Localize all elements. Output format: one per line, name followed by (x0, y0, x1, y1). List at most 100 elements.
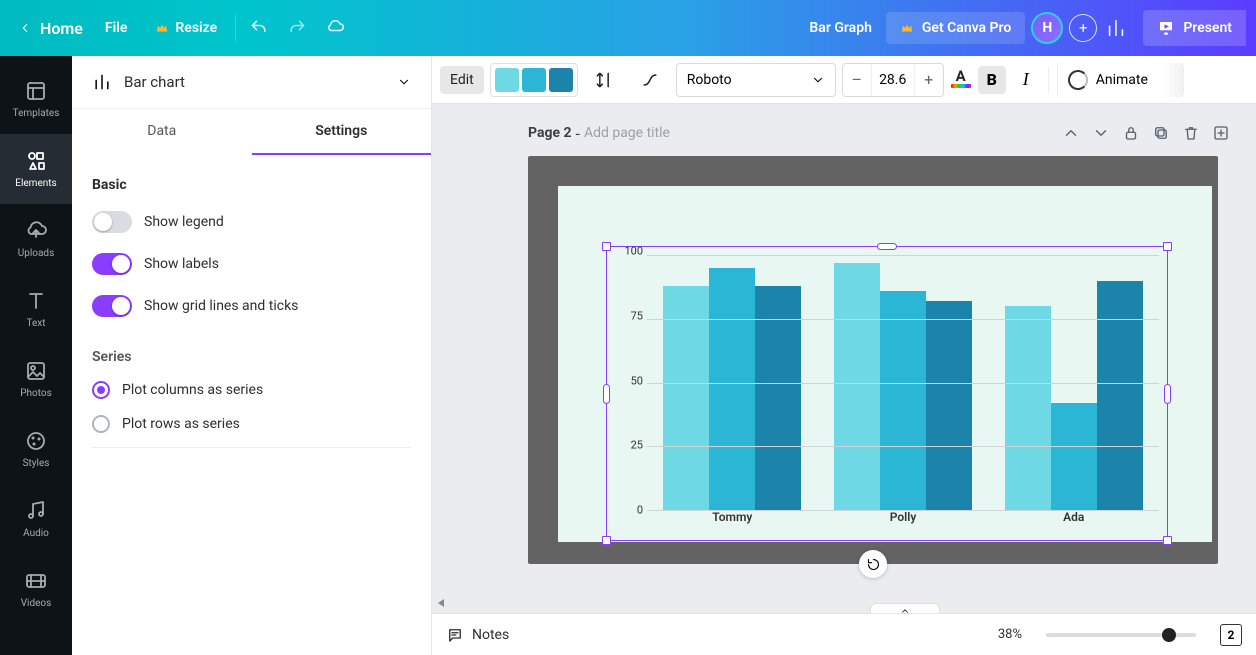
resize-handle-t[interactable] (877, 243, 897, 250)
spacing-button[interactable] (584, 64, 624, 96)
y-tick-label: 25 (631, 439, 643, 452)
rail-audio[interactable]: Audio (0, 484, 72, 554)
edit-button[interactable]: Edit (440, 66, 484, 94)
present-button[interactable]: Present (1143, 10, 1246, 46)
animate-button[interactable]: Animate (1057, 63, 1158, 97)
radio-plot-columns-label: Plot columns as series (122, 382, 263, 398)
font-size-input[interactable] (871, 64, 915, 96)
present-label: Present (1183, 20, 1232, 36)
swatch-series-2[interactable] (522, 68, 546, 92)
italic-button[interactable]: I (1012, 69, 1040, 90)
page-lock-button[interactable] (1116, 118, 1146, 148)
toggle-show-legend[interactable] (92, 211, 132, 233)
animate-label: Animate (1096, 72, 1148, 88)
rail-videos[interactable]: Videos (0, 554, 72, 624)
font-size-stepper: – + (842, 63, 944, 97)
x-axis: TommyPollyAda (647, 510, 1159, 532)
undo-button[interactable] (240, 9, 278, 47)
file-menu[interactable]: File (91, 12, 142, 44)
tab-settings[interactable]: Settings (252, 109, 432, 155)
bottom-bar: Notes 38% 2 (432, 613, 1256, 655)
radio-plot-columns[interactable]: Plot columns as series (72, 373, 431, 407)
slide-background[interactable]: 0255075100 TommyPollyAda (558, 186, 1212, 542)
insights-button[interactable] (1097, 9, 1135, 47)
toggle-show-labels-label: Show labels (144, 256, 219, 272)
page-count-badge[interactable]: 2 (1220, 624, 1242, 646)
tab-data[interactable]: Data (72, 109, 252, 155)
text-color-button[interactable]: A (950, 69, 972, 91)
radio-plot-columns-input[interactable] (92, 381, 110, 399)
page-delete-button[interactable] (1176, 118, 1206, 148)
page-number-label: Page 2 (528, 125, 572, 141)
page-title-input[interactable]: Add page title (584, 125, 670, 141)
chart-settings-panel: Bar chart Data Settings Basic Show legen… (72, 56, 432, 655)
horizontal-scroll-left[interactable] (438, 599, 444, 607)
toggle-show-labels[interactable] (92, 253, 132, 275)
add-collaborator-button[interactable]: + (1069, 14, 1097, 42)
series-color-swatches (490, 63, 578, 97)
page-canvas[interactable]: 0255075100 TommyPollyAda (528, 156, 1218, 564)
font-size-increase[interactable]: + (915, 64, 943, 96)
resize-handle-bl[interactable] (602, 536, 611, 545)
y-axis: 0255075100 (611, 251, 647, 510)
toggle-show-grid[interactable] (92, 295, 132, 317)
font-size-decrease[interactable]: – (843, 64, 871, 96)
panel-tabs: Data Settings (72, 109, 431, 155)
toolbar-overflow[interactable] (1164, 63, 1184, 97)
page-add-button[interactable] (1206, 118, 1236, 148)
x-category-label: Ada (988, 510, 1159, 532)
resize-handle-tl[interactable] (602, 242, 611, 251)
rail-uploads[interactable]: Uploads (0, 204, 72, 274)
resize-handle-r[interactable] (1164, 384, 1171, 404)
rail-text[interactable]: Text (0, 274, 72, 344)
resize-handle-br[interactable] (1163, 536, 1172, 545)
resize-handle-l[interactable] (603, 384, 610, 404)
document-name[interactable]: Bar Graph (795, 20, 885, 36)
home-button[interactable]: Home (10, 13, 91, 44)
grid-line (647, 446, 1159, 447)
context-toolbar: Edit Roboto – + A B I Animate (432, 56, 1256, 104)
bar[interactable] (834, 263, 880, 510)
swatch-series-1[interactable] (495, 68, 519, 92)
bar[interactable] (880, 291, 926, 510)
rail-styles[interactable]: Styles (0, 414, 72, 484)
radio-plot-rows[interactable]: Plot rows as series (72, 407, 431, 441)
rotate-handle[interactable] (859, 550, 887, 578)
grid-line (647, 319, 1159, 320)
font-family-select[interactable]: Roboto (676, 63, 836, 97)
bar[interactable] (1097, 281, 1143, 511)
get-pro-button[interactable]: Get Canva Pro (886, 12, 1025, 44)
resize-label: Resize (175, 20, 217, 36)
redo-button[interactable] (278, 9, 316, 47)
selected-chart-element[interactable]: 0255075100 TommyPollyAda (606, 246, 1168, 541)
zoom-slider-knob[interactable] (1162, 628, 1176, 642)
canvas-area[interactable]: Page 2 - Add page title 0255075100 (432, 104, 1256, 613)
radio-plot-rows-label: Plot rows as series (122, 416, 240, 432)
line-style-button[interactable] (630, 64, 670, 96)
bar[interactable] (1005, 306, 1051, 510)
y-tick-label: 100 (624, 245, 643, 258)
toggle-show-grid-label: Show grid lines and ticks (144, 298, 298, 314)
y-tick-label: 75 (631, 309, 643, 322)
bar[interactable] (926, 301, 972, 510)
radio-plot-rows-input[interactable] (92, 415, 110, 433)
zoom-slider[interactable] (1046, 633, 1196, 637)
swatch-series-3[interactable] (549, 68, 573, 92)
zoom-level[interactable]: 38% (998, 627, 1022, 642)
rail-elements[interactable]: Elements (0, 134, 72, 204)
resize-button[interactable]: Resize (141, 12, 231, 44)
page-up-button[interactable] (1056, 118, 1086, 148)
page-down-button[interactable] (1086, 118, 1116, 148)
bar[interactable] (709, 268, 755, 510)
cloud-sync-icon[interactable] (316, 9, 354, 47)
chart-type-dropdown[interactable]: Bar chart (72, 56, 431, 109)
page-duplicate-button[interactable] (1146, 118, 1176, 148)
rail-photos[interactable]: Photos (0, 344, 72, 414)
user-avatar[interactable]: H (1031, 12, 1063, 44)
bold-button[interactable]: B (978, 66, 1006, 94)
rail-templates[interactable]: Templates (0, 64, 72, 134)
resize-handle-tr[interactable] (1163, 242, 1172, 251)
notes-button[interactable]: Notes (446, 626, 509, 644)
y-tick-label: 0 (637, 504, 643, 517)
bar[interactable] (1051, 403, 1097, 510)
